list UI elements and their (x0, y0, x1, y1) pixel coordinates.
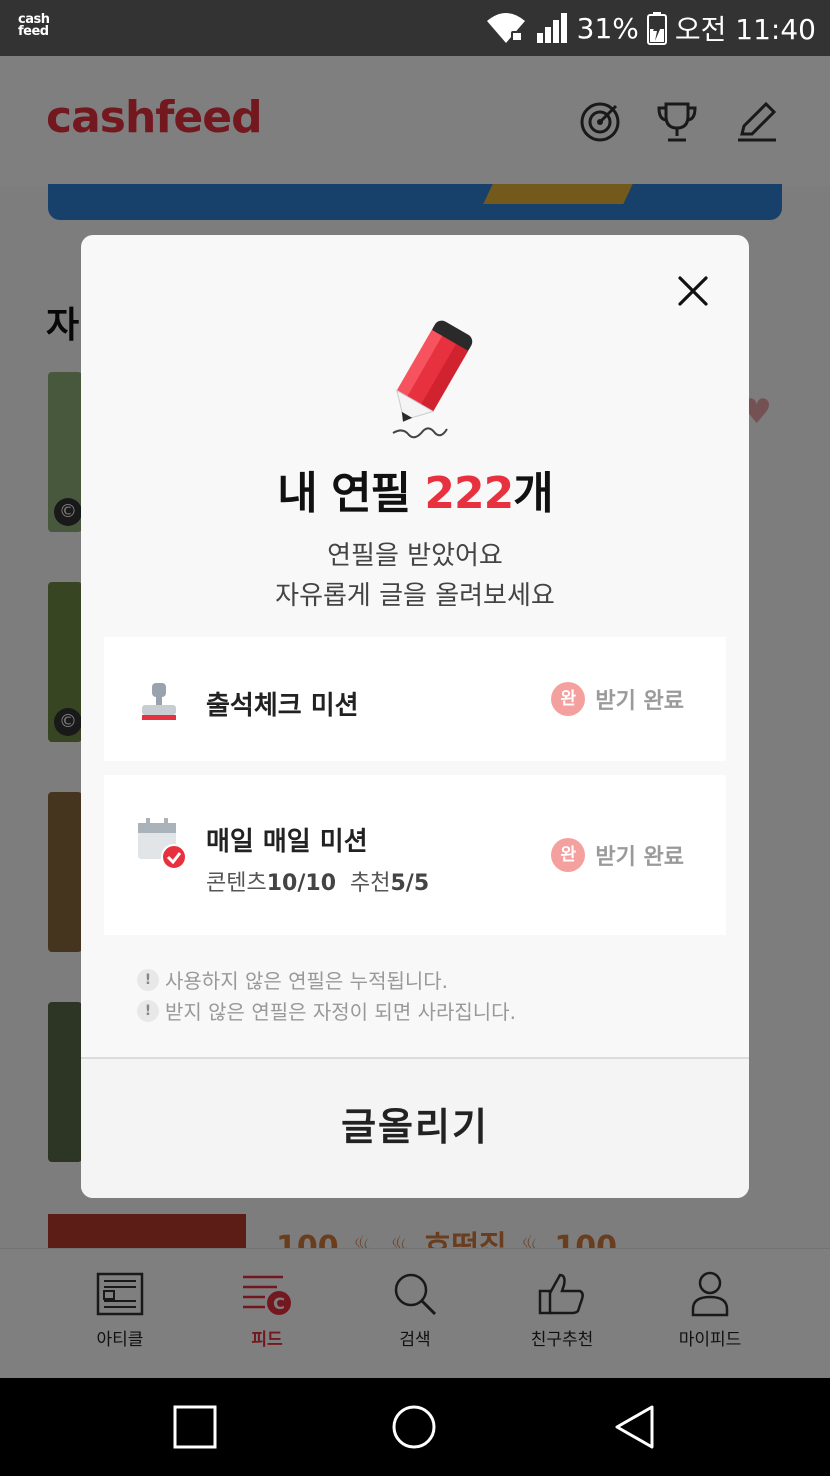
close-icon[interactable] (677, 275, 709, 307)
status-indicators: 31% 오전 11:40 (485, 8, 816, 48)
home-icon[interactable] (391, 1404, 437, 1450)
attendance-mission-card: 출석체크 미션 완 받기 완료 (104, 637, 726, 761)
calendar-check-icon (138, 818, 187, 870)
done-text: 받기 완료 (595, 689, 684, 714)
pencil-illustration-icon (392, 320, 473, 439)
info-note: ! 받지 않은 연필은 자정이 되면 사라집니다. (137, 996, 516, 1025)
note-text: 사용하지 않은 연필은 누적됩니다. (165, 969, 449, 993)
signal-icon (536, 13, 567, 43)
progress-value: 10/10 (266, 871, 336, 896)
subtitle-line1: 연필을 받았어요 (327, 541, 503, 571)
title-suffix: 개 (513, 468, 553, 519)
pencil-count-title: 내 연필 222개 (81, 457, 749, 521)
daily-mission-card: 매일 매일 미션 콘텐츠10/10 추천5/5 완 받기 완료 (104, 775, 726, 935)
write-post-button[interactable]: 글올리기 (81, 1059, 749, 1198)
title-prefix: 내 연필 (277, 468, 425, 519)
progress-label: 추천 (350, 871, 391, 896)
mission-progress: 콘텐츠10/10 추천5/5 (206, 865, 429, 897)
progress-value: 5/5 (390, 871, 430, 896)
done-badge: 완 (551, 838, 586, 872)
progress-label: 콘텐츠 (206, 871, 267, 896)
info-note: ! 사용하지 않은 연필은 누적됩니다. (137, 965, 448, 994)
back-icon[interactable] (612, 1404, 658, 1450)
stamp-icon (142, 683, 176, 720)
done-badge: 완 (551, 682, 586, 716)
clock: 오전 11:40 (674, 13, 816, 46)
dialog-footer: 글올리기 (81, 1057, 749, 1198)
pencil-count: 222 (424, 468, 514, 519)
reward-status: 완 받기 완료 (551, 838, 684, 872)
status-bar: cash feed 31% 오전 11:40 (0, 0, 830, 56)
note-text: 받지 않은 연필은 자정이 되면 사라집니다. (165, 1000, 516, 1024)
battery-icon (646, 12, 667, 45)
exclamation-icon: ! (137, 999, 159, 1022)
exclamation-icon: ! (137, 968, 159, 991)
subtitle-line2: 자유롭게 글을 올려보세요 (275, 581, 555, 611)
done-text: 받기 완료 (595, 845, 684, 870)
notification-logo-line2: feed (18, 24, 49, 39)
system-nav-bar (0, 1378, 830, 1476)
battery-percent: 31% (576, 11, 639, 45)
recent-apps-icon[interactable] (172, 1404, 218, 1450)
reward-status: 완 받기 완료 (551, 682, 684, 716)
pencil-reward-dialog: 내 연필 222개 연필을 받았어요 자유롭게 글을 올려보세요 출석체크 미션… (81, 235, 749, 1198)
wifi-icon (486, 13, 525, 43)
app-notification-icon: cash feed (18, 13, 50, 39)
mission-title: 매일 매일 미션 (206, 827, 368, 857)
mission-title: 출석체크 미션 (206, 691, 359, 721)
